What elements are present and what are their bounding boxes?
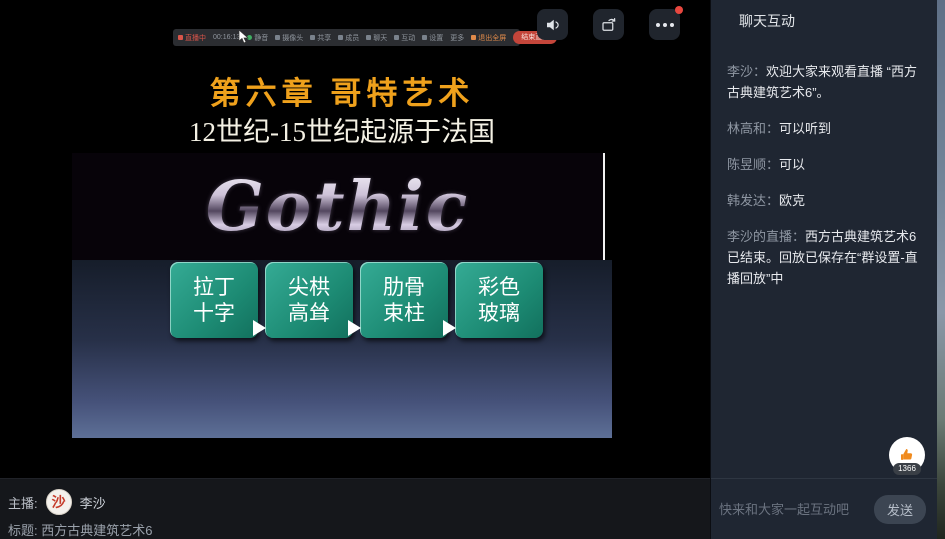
toolbar-settings[interactable]: 设置 bbox=[422, 33, 443, 43]
flow-box-text: 十字 bbox=[193, 300, 235, 326]
share-toolbar[interactable]: 直播中 00:16:13 静音 摄像头 共享 成员 聊天 互动 设置 更多 退出… bbox=[173, 29, 520, 46]
arrow-right-icon bbox=[348, 320, 361, 336]
toolbar-live-status: 直播中 bbox=[178, 33, 206, 43]
more-dots-icon bbox=[656, 23, 674, 27]
stream-title: 标题: 西方古典建筑艺术6 bbox=[8, 520, 710, 539]
message-text: 可以 bbox=[779, 157, 805, 172]
thumbs-up-icon bbox=[898, 446, 916, 464]
flow-box-stained-glass: 彩色 玻璃 bbox=[455, 262, 543, 338]
chat-input-row: 发送 bbox=[711, 478, 938, 539]
message-sender: 林高和： bbox=[727, 121, 779, 136]
toolbar-chat[interactable]: 聊天 bbox=[366, 33, 387, 43]
message-text: 欧克 bbox=[779, 193, 805, 208]
message-sender: 李沙的直播： bbox=[727, 229, 805, 244]
flow-box-text: 拉丁 bbox=[193, 274, 235, 300]
live-icon bbox=[178, 35, 183, 40]
toolbar-timer: 00:16:13 bbox=[213, 34, 240, 41]
chat-icon bbox=[366, 35, 371, 40]
toolbar-camera[interactable]: 摄像头 bbox=[275, 33, 303, 43]
rotate-screen-button[interactable] bbox=[593, 9, 624, 40]
chat-header: 聊天互动 bbox=[711, 0, 937, 31]
like-count-badge: 1366 bbox=[893, 463, 921, 475]
host-avatar[interactable]: 沙 bbox=[46, 489, 72, 515]
host-name: 李沙 bbox=[80, 493, 106, 512]
gothic-banner-text: Gothic bbox=[206, 167, 470, 247]
chat-panel: 聊天互动 李沙：欢迎大家来观看直播 “西方古典建筑艺术6”。 林高和：可以听到 … bbox=[710, 0, 937, 539]
desktop-edge-strip bbox=[937, 0, 945, 539]
flow-box-text: 肋骨 bbox=[383, 274, 425, 300]
more-button[interactable] bbox=[649, 9, 680, 40]
host-label: 主播: bbox=[8, 493, 38, 512]
arrow-right-icon bbox=[443, 320, 456, 336]
toolbar-exit-fullscreen[interactable]: 退出全屏 bbox=[471, 33, 506, 43]
speaker-wave-icon bbox=[544, 16, 562, 34]
chat-message: 李沙：欢迎大家来观看直播 “西方古典建筑艺术6”。 bbox=[727, 61, 923, 103]
chat-message: 李沙的直播：西方古典建筑艺术6 已结束。回放已保存在“群设置-直播回放”中 bbox=[727, 226, 923, 289]
audio-mode-button[interactable] bbox=[537, 9, 568, 40]
mouse-cursor bbox=[238, 29, 249, 44]
message-sender: 李沙： bbox=[727, 64, 766, 79]
members-icon bbox=[338, 35, 343, 40]
broadcaster-bar: 主播: 沙 李沙 标题: 西方古典建筑艺术6 bbox=[0, 478, 710, 539]
exit-fullscreen-icon bbox=[471, 35, 476, 40]
arrow-right-icon bbox=[253, 320, 266, 336]
rotate-screen-icon bbox=[600, 16, 618, 34]
gear-icon bbox=[422, 35, 427, 40]
flow-box-text: 玻璃 bbox=[478, 300, 520, 326]
video-area: 直播中 00:16:13 静音 摄像头 共享 成员 聊天 互动 设置 更多 退出… bbox=[0, 0, 710, 478]
live-stream-window: 直播中 00:16:13 静音 摄像头 共享 成员 聊天 互动 设置 更多 退出… bbox=[0, 0, 945, 539]
chat-message: 韩发达：欧克 bbox=[727, 190, 923, 211]
toolbar-mute[interactable]: 静音 bbox=[247, 33, 268, 43]
flow-box-text: 彩色 bbox=[478, 274, 520, 300]
toolbar-more[interactable]: 更多 bbox=[450, 33, 464, 43]
interact-icon bbox=[394, 35, 399, 40]
chat-input[interactable] bbox=[719, 502, 868, 517]
slide-subtitle: 12世纪-15世纪起源于法国 bbox=[72, 110, 612, 149]
chat-message: 陈昱顺：可以 bbox=[727, 154, 923, 175]
like-button[interactable]: 1366 bbox=[889, 437, 925, 473]
chat-message-list[interactable]: 李沙：欢迎大家来观看直播 “西方古典建筑艺术6”。 林高和：可以听到 陈昱顺：可… bbox=[711, 31, 937, 289]
message-sender: 陈昱顺： bbox=[727, 157, 779, 172]
flow-box-latin-cross: 拉丁 十字 bbox=[170, 262, 258, 338]
flow-box-text: 高耸 bbox=[288, 300, 330, 326]
send-button[interactable]: 发送 bbox=[874, 495, 926, 524]
slide-chapter-title: 第六章 哥特艺术 bbox=[72, 68, 612, 113]
notification-dot bbox=[675, 6, 683, 14]
flow-box-text: 尖栱 bbox=[288, 274, 330, 300]
slide-gradient-background: 拉丁 十字 尖栱 高耸 肋骨 束柱 彩色 玻璃 bbox=[72, 260, 612, 438]
toolbar-members[interactable]: 成员 bbox=[338, 33, 359, 43]
toolbar-interact[interactable]: 互动 bbox=[394, 33, 415, 43]
flow-box-text: 束柱 bbox=[383, 300, 425, 326]
flow-box-pointed-arch: 尖栱 高耸 bbox=[265, 262, 353, 338]
message-text: 可以听到 bbox=[779, 121, 831, 136]
toolbar-share[interactable]: 共享 bbox=[310, 33, 331, 43]
flow-box-rib-vault: 肋骨 束柱 bbox=[360, 262, 448, 338]
message-sender: 韩发达： bbox=[727, 193, 779, 208]
chat-message: 林高和：可以听到 bbox=[727, 118, 923, 139]
share-screen-icon bbox=[310, 35, 315, 40]
camera-icon bbox=[275, 35, 280, 40]
gothic-banner-image: Gothic bbox=[72, 153, 605, 260]
